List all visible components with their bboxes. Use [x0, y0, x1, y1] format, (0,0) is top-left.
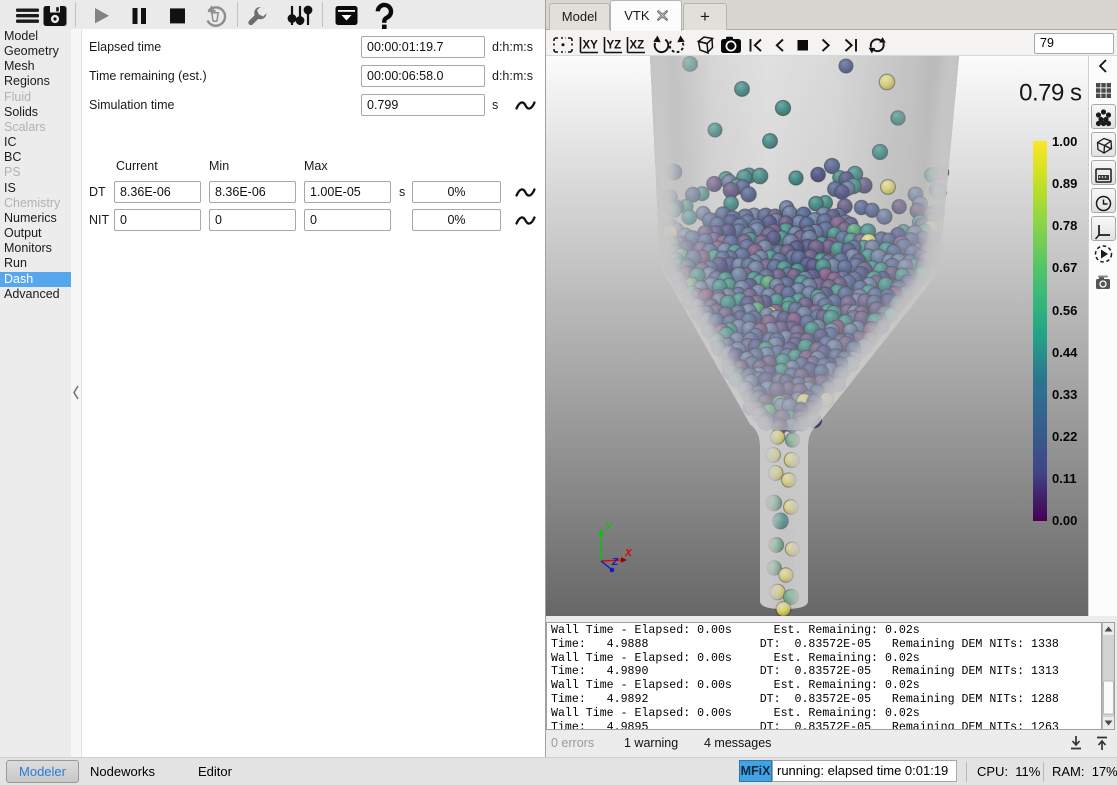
svg-text:0.00: 0.00 [1052, 513, 1077, 528]
svg-text:0.79 s: 0.79 s [1019, 80, 1082, 107]
svg-text:0.89: 0.89 [1052, 176, 1077, 191]
svg-text:0.33: 0.33 [1052, 387, 1077, 402]
svg-text:XY: XY [583, 40, 599, 52]
svg-text:0.11: 0.11 [1052, 471, 1077, 486]
svg-text:YZ: YZ [607, 40, 622, 52]
svg-text:X: X [624, 548, 633, 559]
svg-text:1.00: 1.00 [1052, 134, 1077, 149]
svg-text:0.56: 0.56 [1052, 303, 1077, 318]
svg-text:Z: Z [611, 557, 619, 568]
svg-text:0.44: 0.44 [1052, 345, 1078, 360]
svg-text:0.22: 0.22 [1052, 429, 1077, 444]
svg-text:0.78: 0.78 [1052, 218, 1077, 233]
svg-text:XZ: XZ [630, 40, 645, 52]
svg-text:0.67: 0.67 [1052, 260, 1077, 275]
